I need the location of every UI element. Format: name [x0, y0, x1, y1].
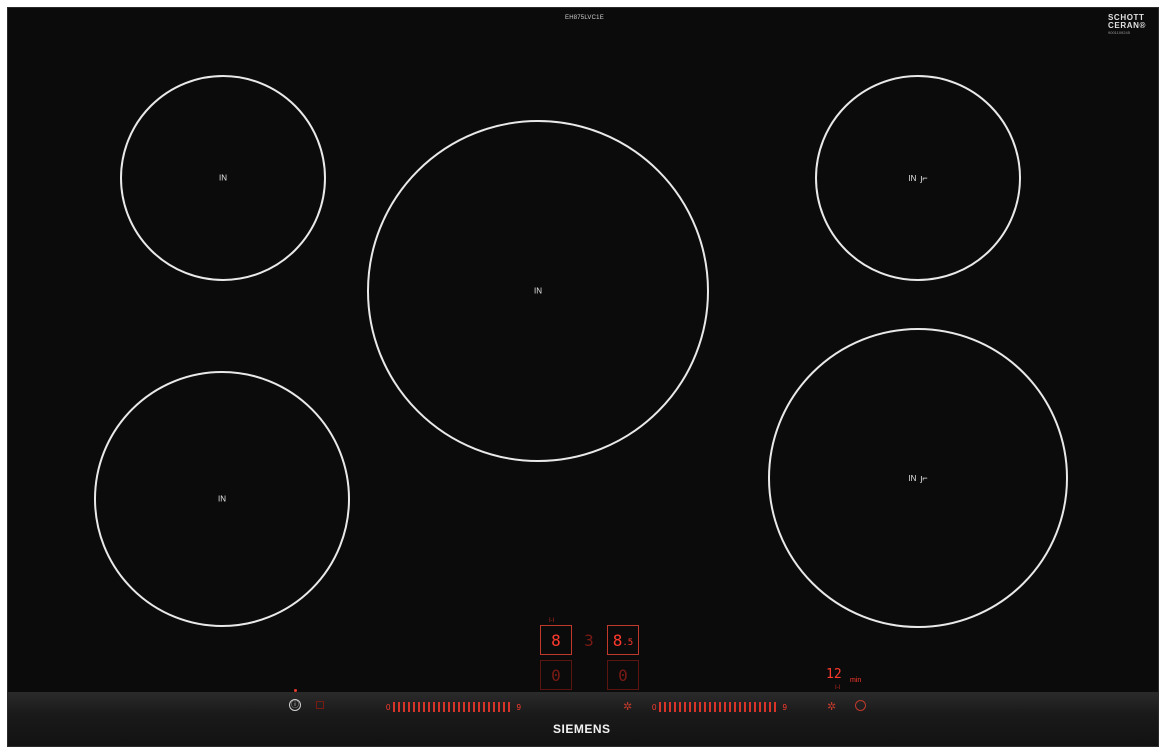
slider-tick[interactable]	[473, 702, 476, 712]
slider-tick[interactable]	[458, 702, 461, 712]
zone-front-right-text: IN	[908, 474, 917, 483]
slider-tick[interactable]	[724, 702, 727, 712]
power-level-sub: .5	[622, 638, 634, 648]
timer-display: 12	[826, 667, 842, 682]
slider-tick[interactable]	[764, 702, 767, 712]
slider-tick[interactable]	[428, 702, 431, 712]
power-slider-left[interactable]: 0 9	[383, 701, 524, 713]
slider-tick[interactable]	[448, 702, 451, 712]
child-lock-icon[interactable]	[316, 701, 324, 709]
slider-tick[interactable]	[749, 702, 752, 712]
pan-sensor-icon: ȷ⌐	[920, 173, 928, 183]
pan-sensor-icon: ȷ⌐	[920, 473, 928, 483]
slider-tick[interactable]	[508, 702, 511, 712]
slider-tick[interactable]	[679, 702, 682, 712]
slider-tick[interactable]	[468, 702, 471, 712]
slider-tick[interactable]	[744, 702, 747, 712]
slider-tick[interactable]	[403, 702, 406, 712]
slider-tick[interactable]	[398, 702, 401, 712]
slider-tick[interactable]	[674, 702, 677, 712]
slider-tick[interactable]	[438, 702, 441, 712]
slider-tick[interactable]	[774, 702, 777, 712]
power-level-display-middle: 3	[584, 630, 594, 650]
slider-tick[interactable]	[503, 702, 506, 712]
slider-left-start: 0	[386, 702, 391, 712]
slider-left-end: 9	[516, 702, 521, 712]
slider-tick[interactable]	[413, 702, 416, 712]
control-strip	[8, 692, 1158, 746]
slider-tick[interactable]	[769, 702, 772, 712]
slider-tick[interactable]	[719, 702, 722, 712]
zone-front-left-label: IN	[218, 494, 226, 504]
slider-tick[interactable]	[734, 702, 737, 712]
slider-tick[interactable]	[478, 702, 481, 712]
power-button[interactable]: ⓘ	[289, 699, 301, 711]
slider-tick[interactable]	[699, 702, 702, 712]
model-number: EH875LVC1E	[565, 15, 604, 21]
schott-ceran-logo: SCHOTT CERAN® 9001109245	[1108, 14, 1146, 36]
power-slider-right[interactable]: 0 9	[649, 701, 790, 713]
slider-tick[interactable]	[664, 702, 667, 712]
slider-right-start: 0	[652, 702, 657, 712]
slider-tick[interactable]	[714, 702, 717, 712]
zone-rear-right-label: IN ȷ⌐	[908, 173, 927, 183]
zone-rear-left-label: IN	[219, 173, 227, 183]
zone-center-label: IN	[534, 286, 542, 296]
slider-tick[interactable]	[694, 702, 697, 712]
slider-tick[interactable]	[453, 702, 456, 712]
timer-marker: I-I	[835, 685, 841, 691]
slider-tick[interactable]	[423, 702, 426, 712]
slider-tick[interactable]	[669, 702, 672, 712]
timer-marker-top-left: I-I	[549, 618, 555, 624]
slider-tick[interactable]	[488, 702, 491, 712]
power-level-display-bottom-left: 0	[540, 660, 572, 690]
slider-tick[interactable]	[659, 702, 662, 712]
zone-select-icon[interactable]: ✲	[623, 700, 632, 713]
slider-tick[interactable]	[754, 702, 757, 712]
power-indicator	[294, 689, 297, 692]
slider-tick[interactable]	[709, 702, 712, 712]
power-level-display-bottom-right: 0	[607, 660, 639, 690]
power-level-display-left: 8	[540, 625, 572, 655]
slider-tick[interactable]	[739, 702, 742, 712]
zone-front-right-label: IN ȷ⌐	[908, 473, 927, 483]
slider-tick[interactable]	[443, 702, 446, 712]
timer-button[interactable]	[855, 700, 866, 711]
zone-rear-right-text: IN	[908, 174, 917, 183]
slider-tick[interactable]	[393, 702, 396, 712]
slider-tick[interactable]	[493, 702, 496, 712]
slider-tick[interactable]	[418, 702, 421, 712]
slider-tick[interactable]	[759, 702, 762, 712]
timer-unit: min	[850, 677, 862, 684]
slider-tick[interactable]	[498, 702, 501, 712]
power-level-main: 8	[612, 630, 623, 650]
slider-tick[interactable]	[433, 702, 436, 712]
slider-tick[interactable]	[729, 702, 732, 712]
brand-line-2: CERAN®	[1108, 21, 1146, 30]
timer-select-icon[interactable]: ✲	[827, 700, 836, 713]
slider-tick[interactable]	[689, 702, 692, 712]
slider-tick[interactable]	[704, 702, 707, 712]
slider-right-end: 9	[782, 702, 787, 712]
siemens-logo: SIEMENS	[553, 722, 611, 736]
brand-serial: 9001109245	[1108, 30, 1130, 35]
slider-tick[interactable]	[408, 702, 411, 712]
slider-tick[interactable]	[463, 702, 466, 712]
slider-tick[interactable]	[483, 702, 486, 712]
power-level-display-right: 8.5	[607, 625, 639, 655]
slider-tick[interactable]	[684, 702, 687, 712]
